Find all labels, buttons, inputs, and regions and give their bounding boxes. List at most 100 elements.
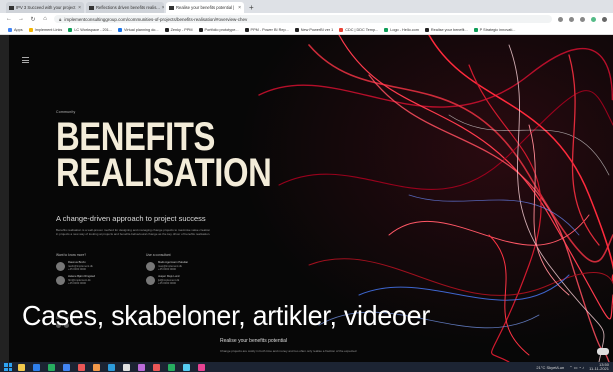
scroll-top-button[interactable] [597,348,609,355]
bookmark-item[interactable]: LC Workspace - 201... [68,27,113,32]
clock-date: 11-11-2021 [589,366,609,371]
taskbar-app-icon[interactable] [108,363,115,371]
taskbar-app-icon[interactable] [18,363,25,371]
taskbar-app-icon[interactable] [153,363,160,371]
bookmark-item[interactable]: P Strategic innovati... [473,27,515,32]
avatar [146,261,155,271]
bookmark-label: LC Workspace - 201... [74,27,113,32]
bookmark-icon [244,27,249,32]
bookmark-label: Apps [14,27,23,32]
bookmark-icon [8,27,12,32]
bookmark-icon [164,27,169,32]
page-title-line-2: REALISATION [56,151,272,195]
bookmark-label: Zenky - PPM [170,27,193,32]
bookmark-icon [339,27,344,32]
windows-taskbar: 21°C Skyet/Lun ⌃ ▭ ◔ ♪ 13:50 11-11-2021 [0,362,613,372]
avatar [56,275,65,285]
bookmark-item[interactable]: Logo - Hello.com [384,27,419,32]
bookmark-icon [294,27,299,32]
close-tab-icon[interactable]: × [236,5,241,11]
bookmark-icon [118,27,123,32]
bookmark-icon [424,27,429,32]
taskbar-app-icon[interactable] [168,363,175,371]
page-kicker: Community [56,110,76,114]
section-benefits-potential: Realise your benefits potential Change p… [220,338,430,353]
weather-text[interactable]: 21°C Skyet/Lun [536,365,564,370]
forward-icon[interactable]: → [18,16,24,22]
page-tagline: A change-driven approach to project succ… [56,214,206,223]
taskbar-app-icon[interactable] [138,363,145,371]
bookmark-icon [28,27,33,32]
contact-card[interactable]: Mads Agermann Paludan map@implement.dk +… [146,261,226,271]
system-tray: 21°C Skyet/Lun ⌃ ▭ ◔ ♪ 13:50 11-11-2021 [536,362,609,371]
browser-tab[interactable]: Reflections driven benefits realis... × [86,2,164,13]
taskbar-app-icon[interactable] [33,363,40,371]
back-icon[interactable]: ← [6,16,12,22]
bookmark-label: Virtual planning do... [124,27,159,32]
menu-hamburger-icon[interactable] [22,57,29,65]
contact-card[interactable]: Helene Bjørn Ringsted hbr@implement.dk +… [56,275,136,285]
favicon-icon [89,5,94,10]
clock[interactable]: 13:50 11-11-2021 [589,362,609,371]
contact-card[interactable]: Rasmus Bruhn rasbr@implement.dk +45 0000… [56,261,136,271]
profile-avatar[interactable] [591,16,596,22]
reload-icon[interactable]: ↻ [30,16,36,23]
taskbar-app-icon[interactable] [93,363,100,371]
home-icon[interactable]: ⌂ [42,16,48,22]
taskbar-app-icon[interactable] [48,363,55,371]
contacts-right-title: Use a consultant [146,253,171,257]
lock-icon: 🔒︎ [59,16,62,22]
taskbar-app-icon[interactable] [63,363,70,371]
browser-tab[interactable]: IPV 3 Succeed with your project × [6,2,84,13]
bookmark-item[interactable]: Realise your benefit... [424,27,468,32]
contact-phone[interactable]: +45 0000 0000 [68,282,95,285]
bookmark-item[interactable]: New PowerBI ver 1 [294,27,334,32]
taskbar-app-icon[interactable] [123,363,130,371]
contact-phone[interactable]: +45 0000 0000 [68,268,93,271]
bookmark-label: Realise your benefit... [430,27,468,32]
bookmarks-bar: Apps Implement Links LC Workspace - 201...… [0,25,613,35]
contact-phone[interactable]: +45 0000 0000 [158,268,188,271]
page-intro-text: Benefits realisation is a well-proven me… [56,228,211,237]
zoom-icon[interactable] [558,16,563,22]
bookmark-label: PPM - Power BI Rep... [250,27,289,32]
contacts-left: Want to know more? Rasmus Bruhn rasbr@im… [56,253,136,289]
bookmark-icon [384,27,389,32]
new-tab-button[interactable]: + [249,2,254,13]
bookmark-item[interactable]: Portfolio prototype... [198,27,239,32]
contacts-right: Use a consultant Mads Agermann Paludan m… [146,253,226,289]
browser-tab-active[interactable]: Realise your benefits potential | × [166,2,244,13]
bookmark-item[interactable]: Virtual planning do... [118,27,159,32]
address-bar[interactable]: 🔒︎ implementconsultinggroup.com/communit… [54,15,552,23]
favicon-icon [169,5,174,10]
bookmark-label: New PowerBI ver 1 [300,27,334,32]
taskbar-app-icon[interactable] [183,363,190,371]
bookmark-label: Implement Links [34,27,63,32]
taskbar-app-icon[interactable] [198,363,205,371]
contact-card[interactable]: Jesper Klejs Lund jkl@implement.dk +45 0… [146,275,226,285]
bookmark-icon [68,27,73,32]
bookmark-icon [198,27,203,32]
bookmark-item[interactable]: Apps [8,27,23,32]
extension-icon[interactable] [580,16,585,22]
close-tab-icon[interactable]: × [76,5,81,11]
bookmark-label: Portfolio prototype... [204,27,239,32]
bookmark-label: Logo - Hello.com [390,27,419,32]
overlay-caption: Cases, skabeloner, artikler, videoer [22,300,430,331]
avatar [56,261,65,271]
close-tab-icon[interactable]: × [160,5,164,11]
browser-toolbar: ← → ↻ ⌂ 🔒︎ implementconsultinggroup.com/… [0,13,613,25]
bookmark-label: CDC | DDC Temp... [345,27,379,32]
bookmark-item[interactable]: Zenky - PPM [164,27,193,32]
tray-icons[interactable]: ⌃ ▭ ◔ ♪ [569,365,584,370]
bookmark-item[interactable]: Implement Links [28,27,63,32]
bookmark-item[interactable]: CDC | DDC Temp... [339,27,379,32]
menu-icon[interactable] [602,16,607,22]
star-icon[interactable] [569,16,574,22]
taskbar-app-icon[interactable] [78,363,85,371]
browser-tab-strip: IPV 3 Succeed with your project × Reflect… [0,0,613,13]
page-gutter [0,35,9,362]
contact-phone[interactable]: +45 0000 0000 [158,282,179,285]
bookmark-item[interactable]: PPM - Power BI Rep... [244,27,289,32]
start-button-icon[interactable] [4,363,12,371]
